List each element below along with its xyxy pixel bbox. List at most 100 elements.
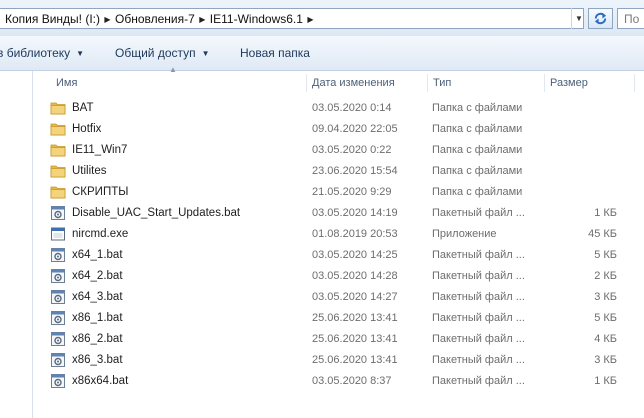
- file-list-item[interactable]: Hotfix 09.04.2020 22:05 Папка с файлами: [33, 119, 644, 140]
- file-type: Пакетный файл ...: [432, 270, 525, 282]
- file-size: 4 КБ: [594, 333, 617, 345]
- bat-file-icon: [50, 268, 66, 284]
- file-date-modified: 21.05.2020 9:29: [312, 186, 392, 198]
- folder-icon: [50, 100, 66, 116]
- share-button[interactable]: Общий доступ ▼: [115, 46, 210, 60]
- file-size: [546, 161, 617, 182]
- file-name: nircmd.exe: [72, 228, 129, 240]
- column-header-row: ▲ Имя Дата изменения Тип Размер: [33, 65, 644, 95]
- file-type: Пакетный файл ...: [432, 312, 525, 324]
- file-size: [546, 119, 617, 140]
- file-type: Пакетный файл ...: [432, 354, 525, 366]
- file-date-modified: 25.06.2020 13:41: [312, 354, 398, 366]
- breadcrumb: Копия Винды! (I:) ▶ Обновления-7 ▶ IE11-Wind…: [5, 12, 318, 26]
- breadcrumb-separator-icon[interactable]: ▶: [195, 15, 210, 24]
- new-folder-label: Новая папка: [240, 46, 310, 60]
- bat-file-icon: [50, 331, 66, 347]
- breadcrumb-separator-icon[interactable]: ▶: [303, 15, 318, 24]
- file-date-modified: 03.05.2020 14:25: [312, 249, 398, 261]
- file-list-item[interactable]: Disable_UAC_Start_Updates.bat 03.05.2020 …: [33, 203, 644, 224]
- file-list-item[interactable]: x86x64.bat 03.05.2020 8:37 Пакетный файл .…: [33, 371, 644, 392]
- address-bar-row: Копия Винды! (I:) ▶ Обновления-7 ▶ IE11-Wind…: [0, 0, 644, 36]
- file-type: Пакетный файл ...: [432, 207, 525, 219]
- file-name: x86_2.bat: [72, 333, 123, 345]
- file-date-modified: 03.05.2020 14:27: [312, 291, 398, 303]
- file-name: BAT: [72, 102, 94, 114]
- bat-file-icon: [50, 289, 66, 305]
- file-type: Пакетный файл ...: [432, 333, 525, 345]
- column-divider[interactable]: [634, 74, 635, 92]
- folder-icon: [50, 121, 66, 137]
- file-date-modified: 25.06.2020 13:41: [312, 333, 398, 345]
- file-name: x86_3.bat: [72, 354, 123, 366]
- bat-file-icon: [50, 310, 66, 326]
- file-date-modified: 09.04.2020 22:05: [312, 123, 398, 135]
- file-name: IE11_Win7: [72, 144, 128, 156]
- folder-icon: [50, 163, 66, 179]
- bat-file-icon: [50, 352, 66, 368]
- file-name: СКРИПТЫ: [72, 186, 129, 198]
- refresh-button[interactable]: [588, 8, 613, 29]
- file-list-item[interactable]: x86_3.bat 25.06.2020 13:41 Пакетный файл .…: [33, 350, 644, 371]
- address-history-dropdown-icon[interactable]: ▼: [571, 8, 586, 29]
- file-name: Disable_UAC_Start_Updates.bat: [72, 207, 241, 219]
- breadcrumb-current-folder[interactable]: IE11-Windows6.1: [210, 12, 303, 26]
- file-size: 3 КБ: [594, 291, 617, 303]
- file-name: x64_1.bat: [72, 249, 123, 261]
- file-size: [546, 98, 617, 119]
- file-date-modified: 03.05.2020 14:28: [312, 270, 398, 282]
- file-date-modified: 01.08.2019 20:53: [312, 228, 398, 240]
- breadcrumb-updates-folder[interactable]: Обновления-7: [115, 12, 195, 26]
- search-input[interactable]: По: [617, 8, 644, 29]
- column-header-size[interactable]: Размер: [544, 71, 634, 95]
- file-type: Папка с файлами: [432, 144, 523, 156]
- file-date-modified: 03.05.2020 0:22: [312, 144, 392, 156]
- command-bar: в библиотеку ▼ Общий доступ ▼ Новая папка: [0, 36, 644, 71]
- file-size: [546, 140, 617, 161]
- file-list-item[interactable]: СКРИПТЫ 21.05.2020 9:29 Папка с файлами: [33, 182, 644, 203]
- file-type: Приложение: [432, 228, 497, 240]
- file-list-item[interactable]: x64_2.bat 03.05.2020 14:28 Пакетный файл .…: [33, 266, 644, 287]
- folder-icon: [50, 142, 66, 158]
- chevron-down-icon: ▼: [201, 49, 210, 58]
- chevron-down-icon: ▼: [76, 49, 85, 58]
- file-size: 5 КБ: [594, 312, 617, 324]
- file-type: Папка с файлами: [432, 165, 523, 177]
- column-header-type[interactable]: Тип: [427, 71, 544, 95]
- file-size: [546, 182, 617, 203]
- file-list: BAT 03.05.2020 0:14 Папка с файлами Hotfix 0…: [33, 98, 644, 392]
- add-to-library-button[interactable]: в библиотеку ▼: [0, 46, 84, 60]
- new-folder-button[interactable]: Новая папка: [240, 46, 310, 60]
- file-size: 3 КБ: [594, 354, 617, 366]
- file-date-modified: 03.05.2020 8:37: [312, 375, 392, 387]
- folder-icon: [50, 184, 66, 200]
- file-size: 2 КБ: [594, 270, 617, 282]
- breadcrumb-separator-icon[interactable]: ▶: [100, 15, 115, 24]
- file-list-item[interactable]: x86_2.bat 25.06.2020 13:41 Пакетный файл .…: [33, 329, 644, 350]
- file-type: Папка с файлами: [432, 186, 523, 198]
- column-header-name[interactable]: Имя: [50, 71, 306, 95]
- file-list-item[interactable]: nircmd.exe 01.08.2019 20:53 Приложение 45 К…: [33, 224, 644, 245]
- file-name: x64_3.bat: [72, 291, 123, 303]
- file-size: 5 КБ: [594, 249, 617, 261]
- exe-file-icon: [50, 226, 66, 242]
- navigation-pane[interactable]: [0, 71, 33, 418]
- file-list-item[interactable]: x86_1.bat 25.06.2020 13:41 Пакетный файл .…: [33, 308, 644, 329]
- address-bar[interactable]: Копия Винды! (I:) ▶ Обновления-7 ▶ IE11-Wind…: [0, 8, 584, 29]
- file-size: 1 КБ: [594, 375, 617, 387]
- file-type: Пакетный файл ...: [432, 249, 525, 261]
- add-to-library-label: в библиотеку: [0, 46, 71, 60]
- file-type: Пакетный файл ...: [432, 291, 525, 303]
- file-type: Пакетный файл ...: [432, 375, 525, 387]
- file-list-item[interactable]: x64_1.bat 03.05.2020 14:25 Пакетный файл .…: [33, 245, 644, 266]
- file-list-item[interactable]: BAT 03.05.2020 0:14 Папка с файлами: [33, 98, 644, 119]
- file-name: Utilites: [72, 165, 107, 177]
- file-list-item[interactable]: IE11_Win7 03.05.2020 0:22 Папка с файлами: [33, 140, 644, 161]
- file-list-item[interactable]: x64_3.bat 03.05.2020 14:27 Пакетный файл .…: [33, 287, 644, 308]
- file-date-modified: 25.06.2020 13:41: [312, 312, 398, 324]
- bat-file-icon: [50, 205, 66, 221]
- breadcrumb-drive[interactable]: Копия Винды! (I:): [5, 12, 100, 26]
- file-name: x86x64.bat: [72, 375, 129, 387]
- column-header-date[interactable]: Дата изменения: [306, 71, 427, 95]
- file-list-item[interactable]: Utilites 23.06.2020 15:54 Папка с файлами: [33, 161, 644, 182]
